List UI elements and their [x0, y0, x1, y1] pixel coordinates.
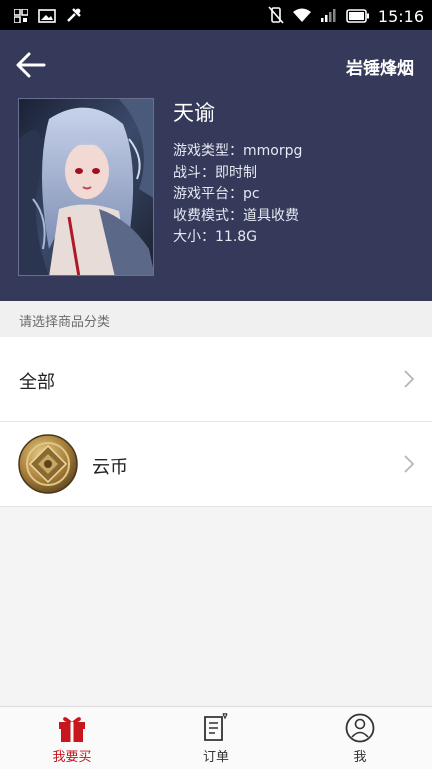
category-label: 云币: [92, 457, 128, 478]
gold-coin-icon: [18, 434, 78, 494]
status-bar: 15:16: [0, 0, 432, 30]
game-info-item: 战斗：即时制: [173, 164, 257, 181]
signal-icon: [320, 7, 338, 27]
section-label-text: 请选择商品分类: [19, 315, 111, 330]
game-info-item: 游戏平台：pc: [173, 186, 260, 202]
tools-icon: [66, 7, 82, 27]
game-info-item: 大小：11.8G: [173, 229, 258, 245]
account-name: 岩锤烽烟: [346, 59, 414, 79]
arrow-left-icon: [16, 52, 46, 78]
user-profile-icon: [345, 713, 375, 743]
game-info-item: 收费模式：道具收费: [173, 207, 299, 224]
category-section-label: 请选择商品分类: [0, 301, 432, 337]
nav-label: 订单: [202, 750, 229, 765]
bottom-nav: 我要买 订单 我: [0, 706, 432, 769]
qr-code-icon: [13, 7, 29, 27]
chevron-right-icon: [404, 455, 414, 473]
nav-item-orders[interactable]: 订单: [144, 707, 288, 769]
image-icon: [38, 8, 56, 27]
game-cover-image: [18, 98, 154, 276]
back-button[interactable]: [14, 50, 48, 80]
wifi-icon: [292, 7, 312, 27]
game-header: 岩锤烽烟 天谕 游戏类型：mmorpg 战斗：即时制 游戏平台：pc 收费模式：…: [0, 30, 432, 301]
game-info-list: 游戏类型：mmorpg 战斗：即时制 游戏平台：pc 收费模式：道具收费 大小：…: [173, 141, 302, 249]
game-info-item: 游戏类型：mmorpg: [173, 143, 303, 159]
nav-label: 我要买: [52, 750, 92, 765]
nav-label: 我: [353, 750, 367, 765]
order-list-icon: [204, 713, 228, 741]
status-time: 15:16: [377, 7, 424, 26]
category-row-all[interactable]: 全部: [0, 337, 432, 422]
category-row-cloud-coin[interactable]: 云币: [0, 422, 432, 507]
nav-item-buy[interactable]: 我要买: [0, 707, 144, 769]
vibrate-off-icon: [268, 6, 284, 28]
gift-icon: [59, 717, 85, 742]
battery-icon: [346, 8, 370, 27]
category-label: 全部: [19, 372, 55, 393]
nav-item-me[interactable]: 我: [288, 707, 432, 769]
chevron-right-icon: [404, 370, 414, 388]
game-title: 天谕: [173, 101, 215, 125]
